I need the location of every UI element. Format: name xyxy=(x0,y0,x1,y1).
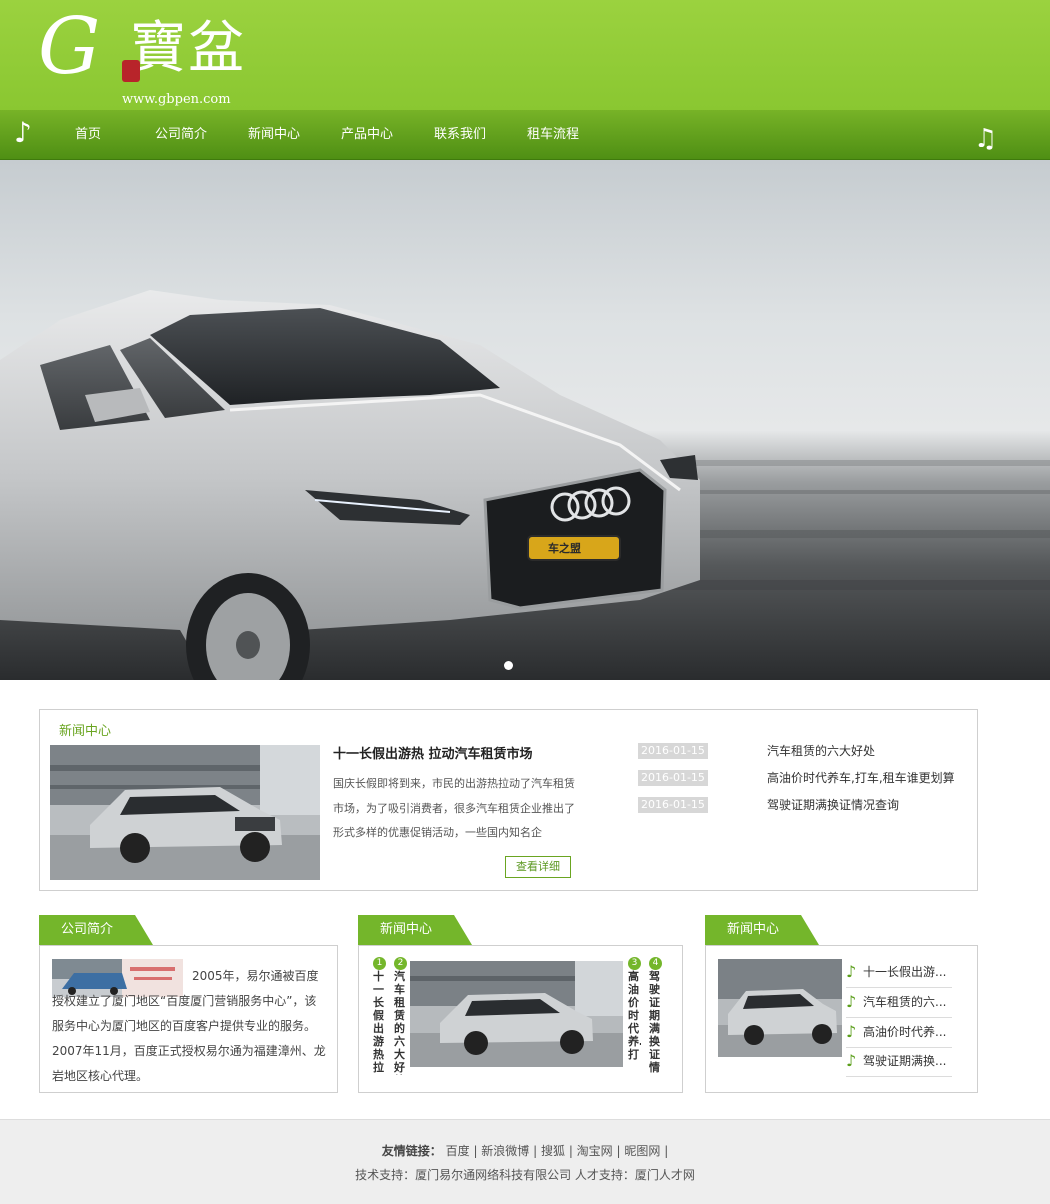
side-news-title[interactable]: 驾驶证期满换... xyxy=(863,1047,946,1075)
logo-chinese: 寶盆 xyxy=(130,16,246,81)
nav-item-about[interactable]: 公司简介 xyxy=(155,110,207,160)
vertical-news-title[interactable]: 十一长假出游热拉 xyxy=(373,970,386,1075)
friend-link[interactable]: 淘宝网 xyxy=(577,1144,613,1158)
slider-dot[interactable] xyxy=(504,661,513,670)
site-header: G 寶盆 www.gbpen.com xyxy=(0,0,1050,110)
banner-plate-text: 车之盟 xyxy=(548,542,581,555)
news-panel: 新闻中心 十一长假出游热 拉动汽车租赁市场 国庆长假即将到来，市民的出游热拉动了… xyxy=(39,709,978,891)
friend-links: 友情链接： 百度 | 新浪微博 | 搜狐 | 淘宝网 | 昵图网 | xyxy=(381,1144,669,1158)
news-link[interactable]: 高油价时代养车,打车,租车谁更划算 xyxy=(767,770,955,786)
side-news-item[interactable]: ♪ 十一长假出游... xyxy=(846,958,952,988)
friend-link[interactable]: 百度 xyxy=(446,1144,470,1158)
main-nav: ♪ 首页 公司简介 新闻中心 产品中心 联系我们 租车流程 ♫ xyxy=(0,110,1050,160)
banner-car-image xyxy=(0,290,1050,680)
vertical-news-title[interactable]: 汽车租赁的六大好处 xyxy=(394,970,407,1075)
music-notes-icon[interactable]: ♫ xyxy=(974,124,997,154)
hero-banner[interactable]: 车之盟 xyxy=(0,160,1050,680)
news-date: 2016-01-15 xyxy=(638,797,708,813)
nav-item-home[interactable]: 首页 xyxy=(75,110,101,160)
item-number: 2 xyxy=(394,957,407,970)
side-news-title[interactable]: 汽车租赁的六... xyxy=(863,988,946,1016)
about-box-tab[interactable]: 公司简介 xyxy=(39,915,153,945)
side-news-title[interactable]: 高油价时代养... xyxy=(863,1018,946,1046)
news-panel-title: 新闻中心 xyxy=(59,724,112,739)
view-details-button[interactable]: 查看详细 xyxy=(505,856,571,878)
site-logo[interactable]: G 寶盆 www.gbpen.com xyxy=(38,2,258,108)
side-news-item[interactable]: ♪ 高油价时代养... xyxy=(846,1018,952,1048)
side-news-item[interactable]: ♪ 汽车租赁的六... xyxy=(846,988,952,1018)
news-box-right-tab[interactable]: 新闻中心 xyxy=(705,915,819,945)
news-box-middle: 1 十一长假出游热拉 2 汽车租赁的六大好处 3 高油价时代养…打 4 驾驶证期… xyxy=(358,945,683,1093)
news-box-middle-tab[interactable]: 新闻中心 xyxy=(358,915,472,945)
logo-letter: G xyxy=(38,2,101,92)
logo-url: www.gbpen.com xyxy=(122,92,231,107)
news-link[interactable]: 驾驶证期满换证情况查询 xyxy=(767,797,899,813)
nav-item-news[interactable]: 新闻中心 xyxy=(248,110,300,160)
about-box: 2005年，易尔通被百度授权建立了厦门地区“百度厦门营销服务中心”，该服务中心为… xyxy=(39,945,338,1093)
friend-link[interactable]: 昵图网 xyxy=(624,1144,660,1158)
news-thumbnail[interactable] xyxy=(50,745,320,880)
item-number: 3 xyxy=(628,957,641,970)
music-note-icon: ♪ xyxy=(14,116,32,149)
item-number: 4 xyxy=(649,957,662,970)
music-note-icon: ♪ xyxy=(846,992,857,1011)
item-number: 1 xyxy=(373,957,386,970)
music-note-icon: ♪ xyxy=(846,1022,857,1041)
friend-link[interactable]: 搜狐 xyxy=(541,1144,565,1158)
vertical-news-title[interactable]: 高油价时代养…打 xyxy=(628,970,641,1075)
nav-item-products[interactable]: 产品中心 xyxy=(341,110,393,160)
vertical-news-title[interactable]: 驾驶证期满换证情 xyxy=(649,970,662,1075)
site-footer: 友情链接： 百度 | 新浪微博 | 搜狐 | 淘宝网 | 昵图网 | 技术支持：… xyxy=(0,1119,1050,1204)
about-text: 2005年，易尔通被百度授权建立了厦门地区“百度厦门营销服务中心”，该服务中心为… xyxy=(52,969,326,1083)
news-date: 2016-01-15 xyxy=(638,770,708,786)
news-date: 2016-01-15 xyxy=(638,743,708,759)
tech-support: 技术支持：厦门易尔通网络科技有限公司 人才支持：厦门人才网 xyxy=(355,1168,695,1182)
nav-item-contact[interactable]: 联系我们 xyxy=(434,110,486,160)
news-link[interactable]: 汽车租赁的六大好处 xyxy=(767,743,875,759)
logo-seal xyxy=(122,60,140,82)
friend-links-label: 友情链接： xyxy=(381,1144,442,1158)
nav-item-rental-process[interactable]: 租车流程 xyxy=(527,110,579,160)
news-box-right-image[interactable] xyxy=(718,959,842,1057)
friend-link[interactable]: 新浪微博 xyxy=(481,1144,529,1158)
side-news-title[interactable]: 十一长假出游... xyxy=(863,958,946,986)
music-note-icon: ♪ xyxy=(846,962,857,981)
side-news-item[interactable]: ♪ 驾驶证期满换... xyxy=(846,1047,952,1077)
news-box-middle-image[interactable] xyxy=(410,961,623,1067)
music-note-icon: ♪ xyxy=(846,1051,857,1070)
news-box-right: ♪ 十一长假出游... ♪ 汽车租赁的六... ♪ 高油价时代养... ♪ 驾驶… xyxy=(705,945,978,1093)
news-headline[interactable]: 十一长假出游热 拉动汽车租赁市场 xyxy=(333,743,533,762)
